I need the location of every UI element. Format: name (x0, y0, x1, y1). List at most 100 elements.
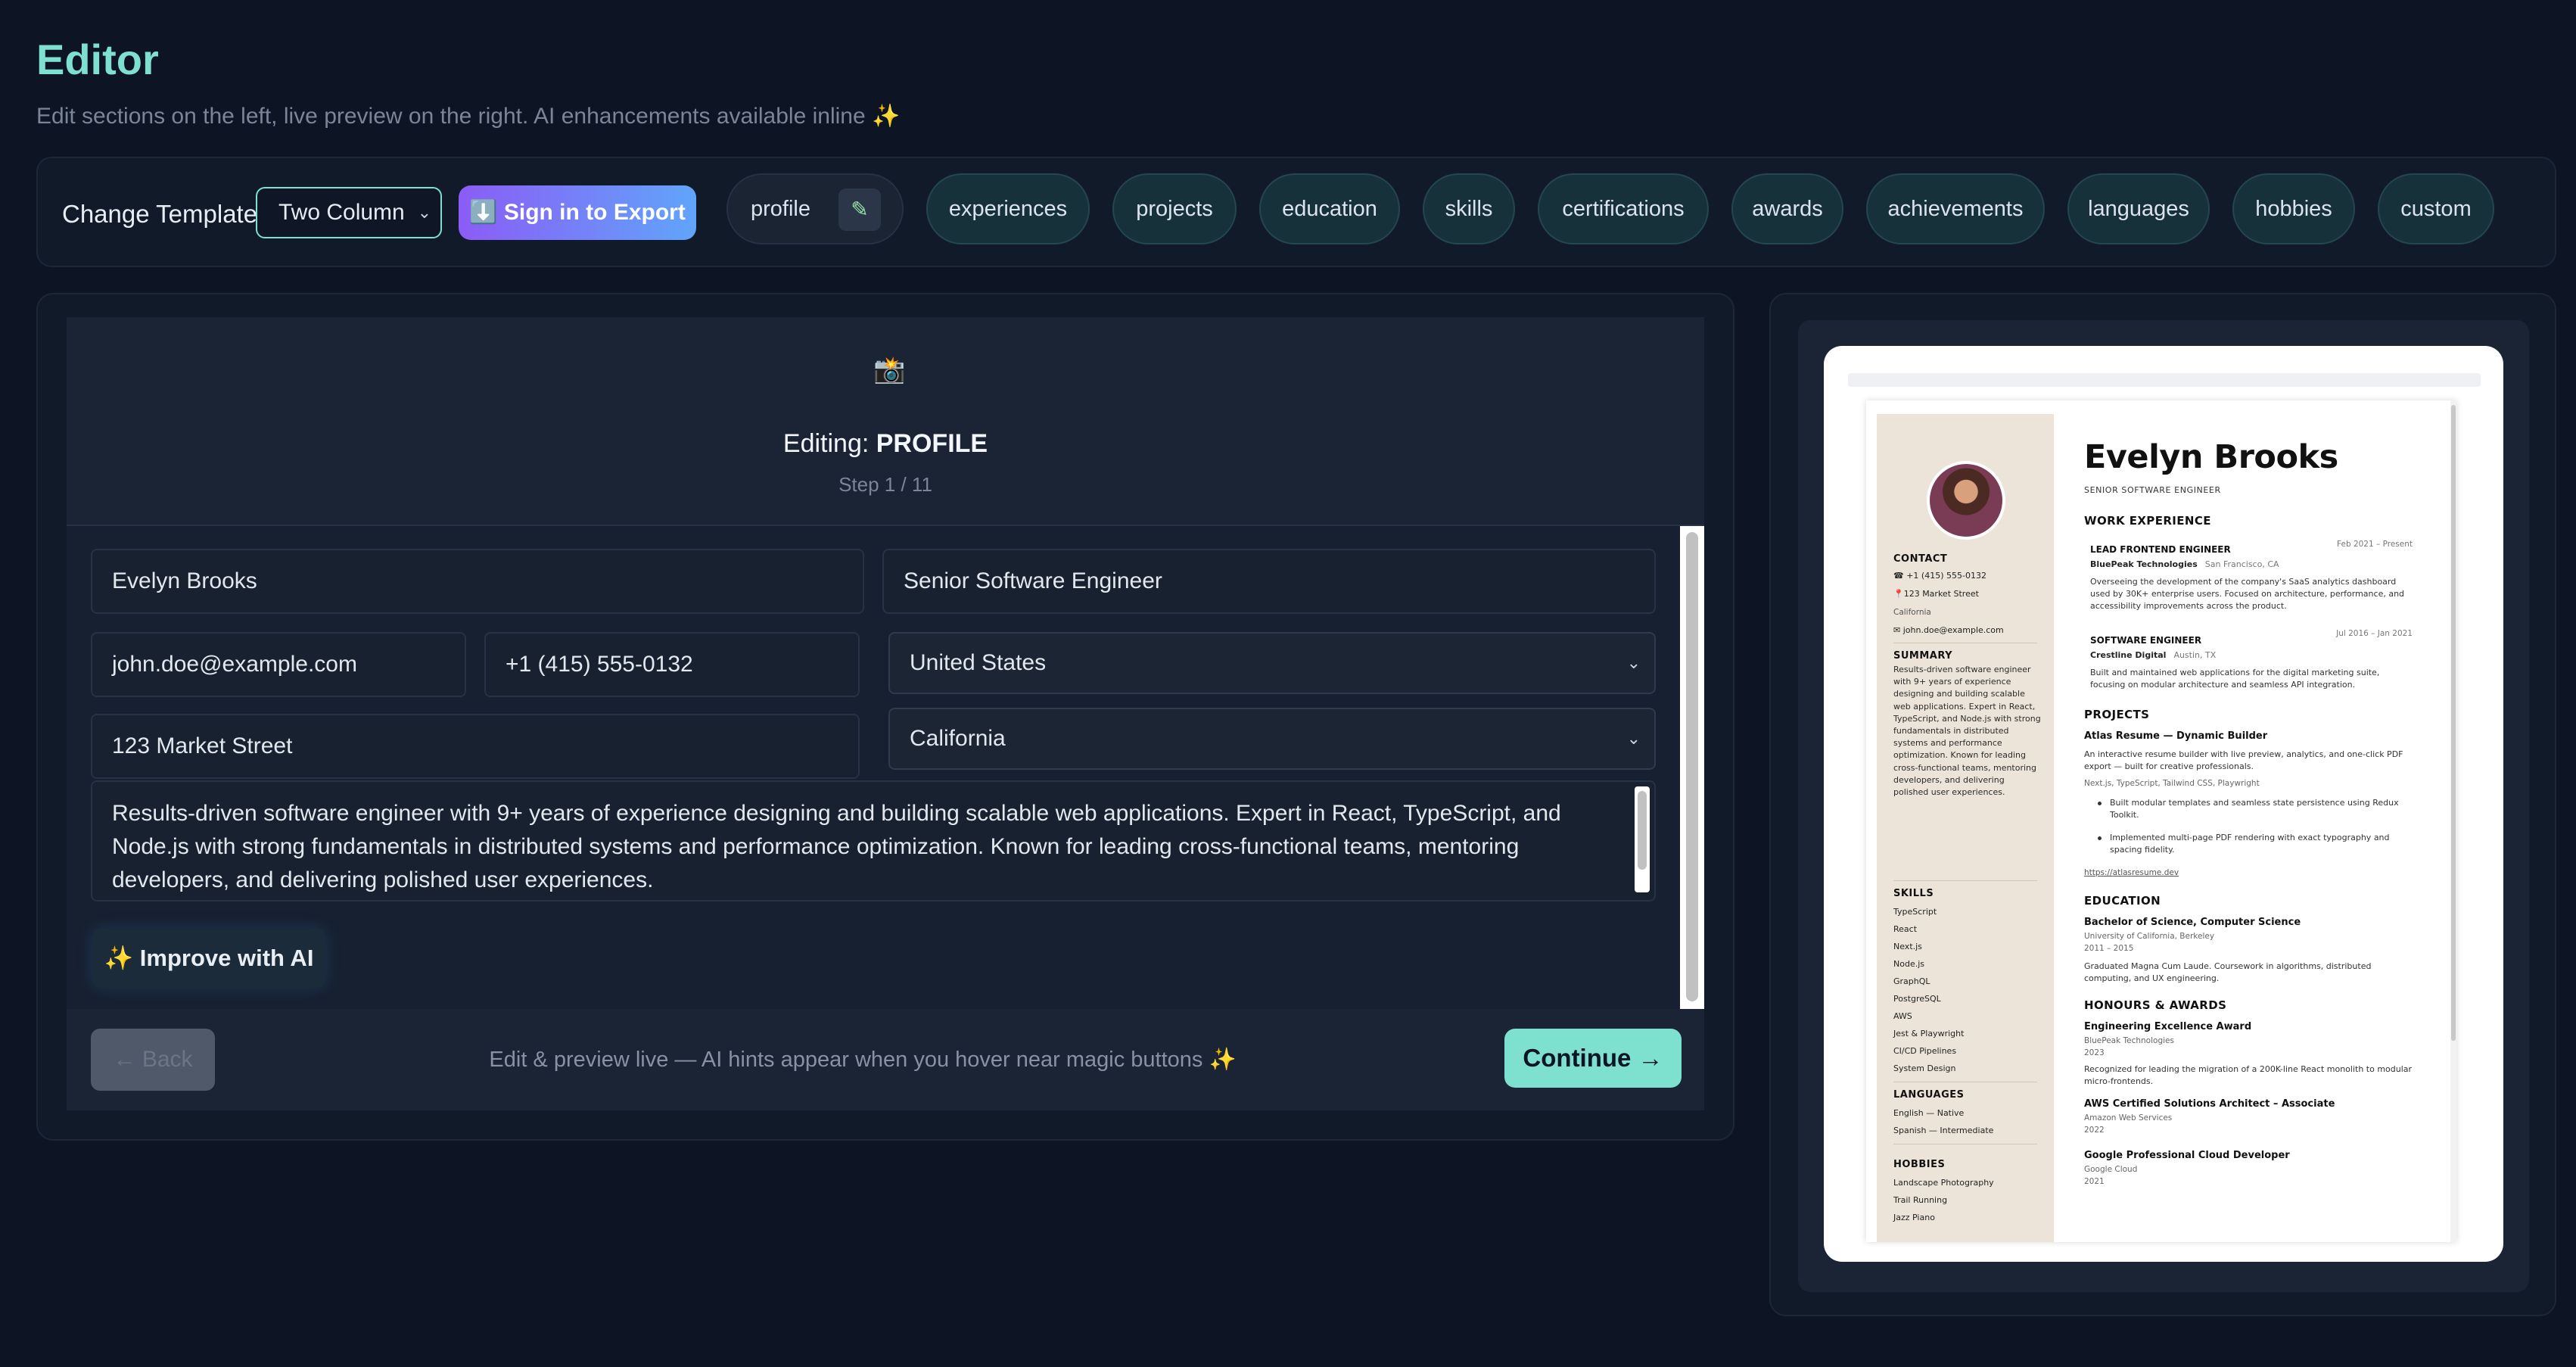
form-scrollbar[interactable] (1680, 526, 1704, 1009)
awards-heading: HONOURS & AWARDS (2084, 998, 2227, 1012)
language-item: English — Native (1893, 1108, 1965, 1118)
company-location: San Francisco, CA (2204, 559, 2279, 569)
job-company: Crestline Digital Austin, TX (2090, 650, 2216, 660)
project-bullet: Implemented multi-page PDF rendering wit… (2098, 832, 2419, 856)
tab-experiences[interactable]: experiences (926, 173, 1090, 244)
preview-panel: CONTACT ☎ +1 (415) 555-0132 📍123 Market … (1769, 293, 2556, 1316)
sign-in-export-button[interactable]: ⬇️ Sign in to Export (459, 185, 696, 240)
tab-custom[interactable]: custom (2378, 173, 2494, 244)
chevron-down-icon: ⌄ (1626, 653, 1641, 672)
skill-item: Next.js (1893, 942, 1922, 951)
chevron-down-icon: ⌄ (1626, 729, 1641, 748)
skills-heading: SKILLS (1893, 888, 1934, 899)
continue-button[interactable]: Continue → (1504, 1029, 1682, 1088)
avatar (1927, 461, 2005, 540)
summary-text: Results-driven software engineer with 9+… (112, 801, 1561, 892)
skill-item: React (1893, 924, 1918, 934)
award-org: Google Cloud (2084, 1165, 2138, 1174)
project-name: Atlas Resume — Dynamic Builder (2084, 730, 2268, 742)
editor-header: 📸 Editing: PROFILE Step 1 / 11 (67, 317, 1704, 526)
contact-address: 📍123 Market Street (1893, 589, 1979, 599)
job-description: Built and maintained web applications fo… (2090, 668, 2380, 690)
contact-state: California (1893, 608, 1931, 617)
tab-awards[interactable]: awards (1731, 173, 1843, 244)
tab-certifications[interactable]: certifications (1538, 173, 1709, 244)
company-name: BluePeak Technologies (2090, 559, 2198, 569)
award-year: 2022 (2084, 1126, 2105, 1135)
form-scroll-thumb[interactable] (1686, 532, 1698, 1001)
editing-title: Editing: PROFILE (67, 429, 1704, 459)
job-description: Overseeing the development of the compan… (2090, 577, 2405, 611)
country-value: United States (910, 650, 1047, 675)
award-org: BluePeak Technologies (2084, 1036, 2174, 1045)
project-link[interactable]: https://atlasresume.dev (2084, 868, 2179, 877)
full-name-input[interactable]: Evelyn Brooks (91, 549, 864, 614)
tab-languages[interactable]: languages (2067, 173, 2210, 244)
resume-sidebar: CONTACT ☎ +1 (415) 555-0132 📍123 Market … (1877, 414, 2054, 1242)
hobby-item: Jazz Piano (1893, 1213, 1935, 1222)
divider (1893, 880, 2037, 881)
tab-education[interactable]: education (1259, 173, 1400, 244)
resume-name: Evelyn Brooks (2084, 438, 2338, 476)
resume-preview[interactable]: CONTACT ☎ +1 (415) 555-0132 📍123 Market … (1866, 400, 2456, 1242)
job-company: BluePeak Technologies San Francisco, CA (2090, 559, 2279, 569)
company-name: Crestline Digital (2090, 650, 2167, 660)
textarea-scrollbar[interactable] (1635, 786, 1650, 892)
template-select[interactable]: Two Column ⌄ (256, 187, 442, 238)
state-select[interactable]: California ⌄ (888, 708, 1656, 770)
phone-input[interactable]: +1 (415) 555-0132 (484, 632, 860, 697)
award-name: Google Professional Cloud Developer (2084, 1150, 2290, 1161)
preview-frame: CONTACT ☎ +1 (415) 555-0132 📍123 Market … (1798, 320, 2529, 1292)
resume-role: SENIOR SOFTWARE ENGINEER (2084, 485, 2221, 495)
preview-topbar (1848, 373, 2481, 387)
award-year: 2023 (2084, 1048, 2105, 1057)
award-description: Recognized for leading the migration of … (2084, 1064, 2413, 1086)
chevron-down-icon: ⌄ (417, 203, 431, 222)
email-input[interactable]: john.doe@example.com (91, 632, 466, 697)
language-item: Spanish — Intermediate (1893, 1126, 1994, 1135)
editing-section: PROFILE (876, 429, 988, 458)
country-select[interactable]: United States ⌄ (888, 632, 1656, 694)
preview-card: CONTACT ☎ +1 (415) 555-0132 📍123 Market … (1824, 346, 2503, 1262)
job-title-input[interactable]: Senior Software Engineer (882, 549, 1656, 614)
improve-with-ai-button[interactable]: ✨ Improve with AI (92, 929, 325, 988)
footer-hint: Edit & preview live — AI hints appear wh… (489, 1048, 1237, 1072)
contact-heading: CONTACT (1893, 553, 1948, 565)
tab-hobbies[interactable]: hobbies (2232, 173, 2355, 244)
skill-item: Node.js (1893, 959, 1924, 969)
job-title: LEAD FRONTEND ENGINEER (2090, 544, 2231, 555)
contact-phone: ☎ +1 (415) 555-0132 (1893, 571, 1986, 581)
hobby-item: Trail Running (1893, 1195, 1948, 1205)
tab-skills[interactable]: skills (1423, 173, 1515, 244)
project-bullet: Built modular templates and seamless sta… (2098, 797, 2419, 821)
tab-profile[interactable]: profile ✎ (726, 173, 904, 244)
summary-textarea[interactable]: Results-driven software engineer with 9+… (91, 780, 1656, 901)
education-years: 2011 – 2015 (2084, 944, 2134, 953)
camera-icon: 📸 (873, 356, 906, 385)
address-input[interactable]: 123 Market Street (91, 714, 860, 779)
summary-heading: SUMMARY (1893, 650, 1953, 662)
pencil-icon[interactable]: ✎ (838, 188, 881, 231)
tab-achievements[interactable]: achievements (1866, 173, 2045, 244)
award-name: AWS Certified Solutions Architect – Asso… (2084, 1098, 2335, 1110)
job-title: SOFTWARE ENGINEER (2090, 635, 2202, 646)
skill-item: CI/CD Pipelines (1893, 1046, 1957, 1056)
project-stack: Next.js, TypeScript, Tailwind CSS, Playw… (2084, 779, 2260, 788)
education-degree: Bachelor of Science, Computer Science (2084, 917, 2301, 928)
editor-form: Evelyn Brooks Senior Software Engineer j… (67, 526, 1704, 1009)
tab-projects[interactable]: projects (1112, 173, 1237, 244)
editor-panel: 📸 Editing: PROFILE Step 1 / 11 Evelyn Br… (36, 293, 1734, 1141)
skill-item: TypeScript (1893, 907, 1937, 917)
education-heading: EDUCATION (2084, 894, 2161, 908)
projects-heading: PROJECTS (2084, 708, 2150, 721)
resume-scroll-thumb[interactable] (2451, 405, 2456, 1041)
textarea-scroll-thumb[interactable] (1638, 791, 1647, 870)
company-location: Austin, TX (2173, 650, 2217, 660)
editor-footer: ← Back Edit & preview live — AI hints ap… (67, 1009, 1704, 1110)
step-indicator: Step 1 / 11 (838, 473, 932, 496)
tab-label: profile (751, 197, 810, 221)
resume-scrollbar[interactable] (2450, 400, 2456, 1242)
education-description: Graduated Magna Cum Laude. Coursework in… (2084, 961, 2372, 983)
template-select-value: Two Column (278, 200, 405, 225)
award-name: Engineering Excellence Award (2084, 1021, 2252, 1032)
